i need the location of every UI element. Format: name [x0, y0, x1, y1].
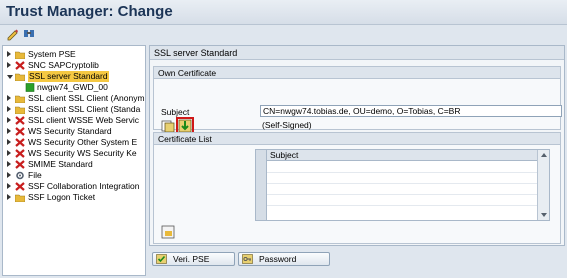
tree-item-label: nwgw74_GWD_00 [37, 82, 108, 92]
certificate-list-title: Certificate List [154, 133, 560, 145]
panel-title: SSL server Standard [150, 46, 564, 60]
folder-icon [15, 95, 25, 103]
page-title: Trust Manager: Change [6, 3, 173, 20]
scroll-down-icon[interactable] [541, 213, 547, 217]
own-certificate-title: Own Certificate [154, 67, 560, 79]
table-row[interactable] [267, 172, 538, 173]
tree-item-system-pse[interactable]: System PSE [3, 49, 145, 60]
tree-item-label: File [28, 170, 42, 180]
veri-pse-button[interactable]: Veri. PSE [152, 252, 235, 266]
expand-arrow-icon[interactable] [7, 139, 11, 145]
scroll-up-icon[interactable] [541, 153, 547, 157]
tree-item-ssl-client-wsse[interactable]: SSL client WSSE Web Servic [3, 115, 145, 126]
change-display-icon[interactable] [6, 27, 20, 41]
red-x-icon [15, 116, 25, 125]
import-certificate-icon[interactable] [176, 117, 194, 135]
red-x-icon [15, 182, 25, 191]
folder-icon [15, 106, 25, 114]
tree-item-nwgw74-gwd-00[interactable]: nwgw74_GWD_00 [3, 82, 145, 93]
tree-item-label: WS Security WS Security Ke [28, 148, 137, 158]
display-certificate-icon[interactable] [161, 119, 175, 133]
tree-item-label: SMIME Standard [28, 159, 93, 169]
password-button[interactable]: Password [238, 252, 330, 266]
subject-value[interactable]: CN=nwgw74.tobias.de, OU=demo, O=Tobias, … [260, 105, 562, 117]
expand-arrow-icon[interactable] [7, 62, 11, 68]
expand-arrow-icon[interactable] [7, 161, 11, 167]
expand-arrow-icon[interactable] [7, 128, 11, 134]
tree-item-label: SSF Collaboration Integration [28, 181, 140, 191]
expand-arrow-icon[interactable] [7, 95, 11, 101]
tree-item-label: SSL client SSL Client (Standa [28, 104, 141, 114]
self-signed-label: (Self-Signed) [262, 120, 312, 130]
expand-arrow-icon[interactable] [7, 150, 11, 156]
column-header-subject[interactable]: Subject [267, 150, 538, 161]
tree-item-label: SSL server Standard [28, 71, 109, 82]
tree-item-label: SNC SAPCryptolib [28, 60, 99, 70]
expand-arrow-icon[interactable] [7, 172, 11, 178]
tree-item-label: System PSE [28, 49, 76, 59]
table-row[interactable] [267, 205, 538, 206]
subject-label: Subject [161, 107, 190, 117]
expand-arrow-icon[interactable] [7, 51, 11, 57]
application-toolbar [0, 26, 567, 44]
tree-item-ssf-logon-ticket[interactable]: SSF Logon Ticket [3, 192, 145, 203]
tree-item-label: SSL client SSL Client (Anonym [28, 93, 145, 103]
pse-check-icon [156, 254, 167, 264]
row-selector-column[interactable] [256, 150, 267, 220]
tree-item-label: SSF Logon Ticket [28, 192, 96, 202]
expand-arrow-icon[interactable] [7, 106, 11, 112]
expand-arrow-icon[interactable] [7, 183, 11, 189]
tree-item-ws-security-standard[interactable]: WS Security Standard [3, 126, 145, 137]
tree-item-label: WS Security Standard [28, 126, 112, 136]
add-certificate-icon[interactable] [161, 225, 175, 239]
tree-item-ssf-collaboration[interactable]: SSF Collaboration Integration [3, 181, 145, 192]
tree-item-ssl-client-standard[interactable]: SSL client SSL Client (Standa [3, 104, 145, 115]
certificate-list-group: Certificate List Subject [153, 132, 561, 244]
own-certificate-group: Own Certificate Subject CN=nwgw74.tobias… [153, 66, 562, 135]
folder-icon [15, 194, 25, 202]
glasses-icon[interactable] [22, 27, 36, 41]
vertical-scrollbar[interactable] [537, 150, 549, 220]
title-bar: Trust Manager: Change [0, 0, 567, 25]
gear-icon [16, 171, 24, 180]
password-label: Password [259, 254, 297, 264]
tree-item-ws-security-other-system[interactable]: WS Security Other System E [3, 137, 145, 148]
folder-open-icon [15, 73, 25, 81]
folder-icon [15, 51, 25, 59]
red-x-icon [15, 160, 25, 169]
red-x-icon [15, 149, 25, 158]
tree-item-ssl-client-anonym[interactable]: SSL client SSL Client (Anonym [3, 93, 145, 104]
tree-item-snc-sapcryptolib[interactable]: SNC SAPCryptolib [3, 60, 145, 71]
tree-item-smime-standard[interactable]: SMIME Standard [3, 159, 145, 170]
tree-item-label: WS Security Other System E [28, 137, 138, 147]
red-x-icon [15, 127, 25, 136]
expand-arrow-icon[interactable] [7, 117, 11, 123]
certificate-table[interactable]: Subject [255, 149, 550, 221]
tree-item-file[interactable]: File [3, 170, 145, 181]
table-row[interactable] [267, 183, 538, 184]
red-x-icon [15, 138, 25, 147]
pse-tree: System PSE SNC SAPCryptolib SSL server S… [2, 45, 146, 276]
table-row[interactable] [267, 194, 538, 195]
detail-panel: SSL server Standard Own Certificate Subj… [149, 45, 565, 246]
veri-pse-label: Veri. PSE [173, 254, 210, 264]
red-x-icon [15, 61, 25, 70]
green-status-icon [25, 83, 35, 92]
tree-item-label: SSL client WSSE Web Servic [28, 115, 140, 125]
tree-item-ssl-server-standard[interactable]: SSL server Standard [3, 71, 145, 82]
collapse-arrow-icon[interactable] [7, 75, 13, 79]
expand-arrow-icon[interactable] [7, 194, 11, 200]
tree-item-ws-security-keys[interactable]: WS Security WS Security Ke [3, 148, 145, 159]
key-icon [242, 254, 253, 264]
